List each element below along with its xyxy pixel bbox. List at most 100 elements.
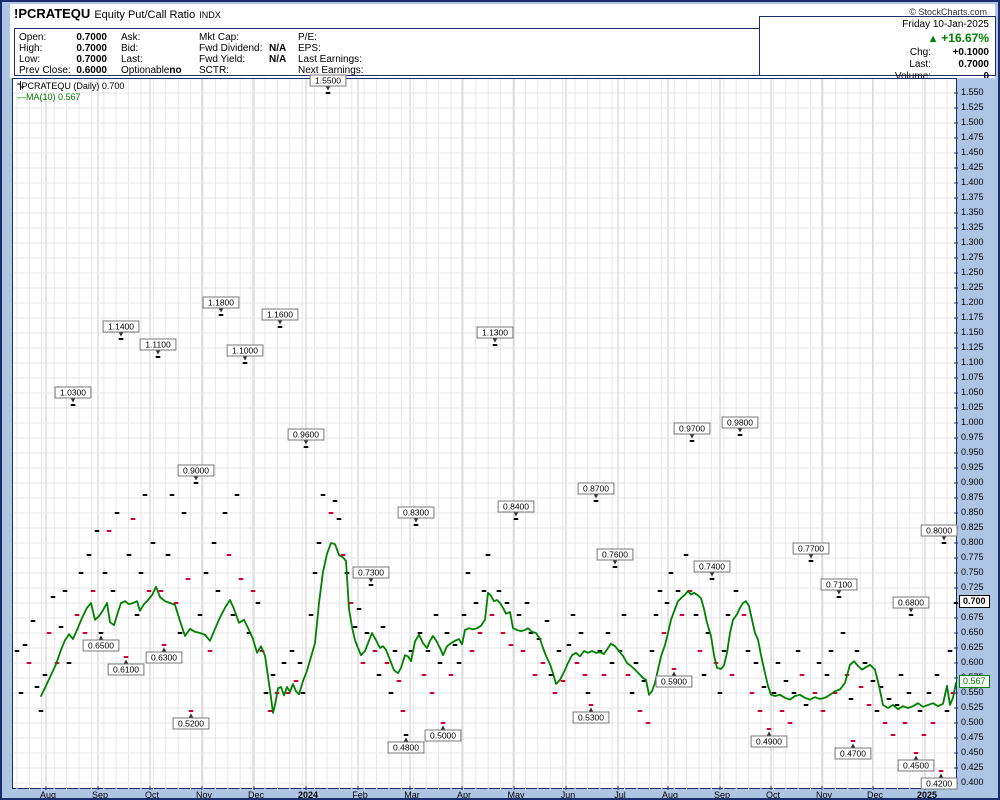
- y-axis-label: 0.450: [961, 747, 984, 757]
- down-day-mark: [74, 614, 80, 616]
- svg-text:0.6800: 0.6800: [898, 598, 924, 608]
- up-day-mark: [816, 662, 822, 664]
- up-day-mark: [50, 596, 56, 598]
- up-day-mark: [862, 662, 868, 664]
- up-day-mark: [325, 92, 331, 94]
- up-day-mark: [230, 614, 236, 616]
- y-axis-label: 1.125: [961, 342, 984, 352]
- up-day-mark: [745, 650, 751, 652]
- down-day-mark: [146, 590, 152, 592]
- fwd-dividend-label: Fwd Dividend:: [199, 43, 263, 54]
- x-axis-label: May: [507, 790, 525, 800]
- up-day-mark: [255, 602, 261, 604]
- up-day-mark: [177, 632, 183, 634]
- up-day-mark: [791, 692, 797, 694]
- up-day-mark: [783, 680, 789, 682]
- svg-text:0.5200: 0.5200: [178, 719, 204, 729]
- annotation-callout: 0.5300: [572, 707, 610, 724]
- up-day-mark: [803, 704, 809, 706]
- x-axis-label: Mar: [404, 790, 420, 800]
- optionable-label: Optionable: [121, 65, 170, 76]
- annotation-callout: 0.7600: [596, 548, 634, 565]
- annotation-callout: 0.8000: [920, 524, 958, 541]
- x-axis-label: Sep: [713, 790, 731, 800]
- prev-close-value: 0.6000: [76, 65, 107, 76]
- svg-text:1.1600: 1.1600: [267, 310, 293, 320]
- up-day-mark: [332, 500, 338, 502]
- pe-label: P/E:: [298, 32, 317, 43]
- up-day-mark: [78, 572, 84, 574]
- optionable-value: no: [169, 65, 182, 76]
- x-axis: Aug Sep Oct Nov Dec 2024 Feb Mar Apr May Jun Jul Aug…: [12, 790, 998, 800]
- fwd-dividend-value: N/A: [269, 43, 287, 54]
- up-day-mark: [197, 614, 203, 616]
- up-day-mark: [22, 644, 28, 646]
- up-day-mark: [886, 698, 892, 700]
- up-day-mark: [368, 584, 374, 586]
- y-axis-label: 0.850: [961, 507, 984, 517]
- x-axis-label: Jul: [614, 790, 626, 800]
- open-label: Open:: [19, 32, 47, 43]
- svg-text:0.5300: 0.5300: [578, 713, 604, 723]
- down-day-mark: [820, 710, 826, 712]
- annotation-callout: 1.0300: [54, 386, 92, 403]
- up-day-mark: [944, 710, 950, 712]
- up-day-mark: [336, 518, 342, 520]
- svg-text:0.9800: 0.9800: [727, 418, 753, 428]
- up-day-mark: [352, 626, 358, 628]
- down-day-mark: [930, 722, 936, 724]
- up-day-mark: [138, 572, 144, 574]
- chart-legend-symbol: !PCRATEQU (Daily) 0.700: [17, 81, 125, 91]
- y-axis-label: 1.525: [961, 102, 984, 112]
- annotation-callout: 0.4900: [750, 731, 788, 748]
- y-axis-label: 0.675: [961, 612, 984, 622]
- down-day-mark: [671, 668, 677, 670]
- x-axis-label: Dec: [866, 790, 884, 800]
- down-day-mark: [850, 740, 856, 742]
- up-day-mark: [58, 626, 64, 628]
- up-day-mark: [701, 674, 707, 676]
- down-day-mark: [787, 722, 793, 724]
- svg-text:0.4900: 0.4900: [756, 737, 782, 747]
- down-day-mark: [469, 650, 475, 652]
- up-day-mark: [854, 650, 860, 652]
- up-day-mark: [947, 650, 953, 652]
- annotation-callout: 0.9600: [287, 428, 325, 445]
- svg-text:1.1300: 1.1300: [482, 328, 508, 338]
- up-day-mark: [433, 614, 439, 616]
- price-chart-plot[interactable]: 1.5500 1.1800 1.1600 1.1400 1.1300 1.1100 1.10…: [12, 74, 959, 790]
- y-axis-label: 0.775: [961, 552, 984, 562]
- up-day-mark: [570, 614, 576, 616]
- svg-text:0.6500: 0.6500: [88, 641, 114, 651]
- y-axis-label: 0.600: [961, 657, 984, 667]
- y-axis-label: 1.150: [961, 327, 984, 337]
- svg-text:0.6100: 0.6100: [113, 665, 139, 675]
- up-day-mark: [496, 590, 502, 592]
- up-day-mark: [717, 692, 723, 694]
- down-day-mark: [749, 692, 755, 694]
- x-axis-label: Nov: [195, 790, 213, 800]
- up-day-mark: [808, 560, 814, 562]
- y-axis-label: 0.950: [961, 447, 984, 457]
- down-day-mark: [588, 704, 594, 706]
- eps-label: EPS:: [298, 43, 321, 54]
- up-day-mark: [118, 338, 124, 340]
- quote-box: Open: 0.7000 Ask: Mkt Cap: P/E: High: 0.70…: [14, 28, 761, 76]
- svg-text:1.5500: 1.5500: [315, 76, 341, 86]
- up-day-mark: [126, 554, 132, 556]
- annotation-callout: 1.1300: [476, 326, 514, 343]
- up-day-mark: [70, 404, 76, 406]
- up-day-mark: [303, 446, 309, 448]
- up-day-mark: [578, 632, 584, 634]
- y-axis-label: 1.175: [961, 312, 984, 322]
- up-day-mark: [392, 650, 398, 652]
- up-day-mark: [308, 614, 314, 616]
- up-day-mark: [917, 710, 923, 712]
- y-axis-label: 0.925: [961, 462, 984, 472]
- y-axis-label: 0.550: [961, 687, 984, 697]
- prev-close-label: Prev Close:: [19, 65, 71, 76]
- svg-text:0.9600: 0.9600: [293, 430, 319, 440]
- up-day-mark: [193, 482, 199, 484]
- up-day-mark: [388, 692, 394, 694]
- high-label: High:: [19, 43, 43, 54]
